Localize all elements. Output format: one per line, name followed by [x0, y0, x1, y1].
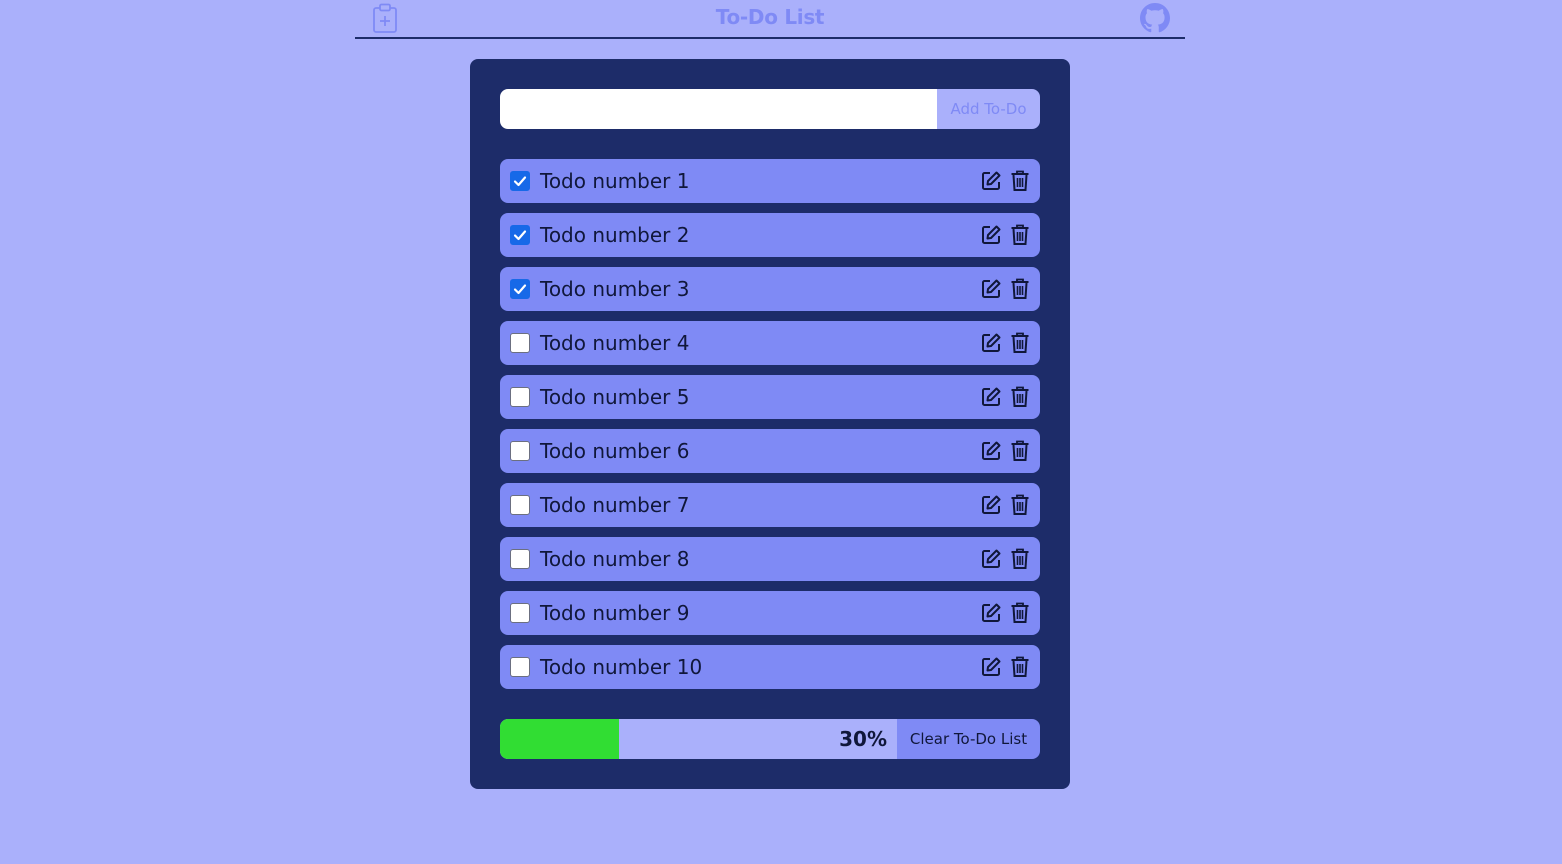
trash-icon[interactable]: [1010, 440, 1030, 462]
todo-checkbox[interactable]: [510, 549, 530, 569]
todo-checkbox[interactable]: [510, 171, 530, 191]
todo-checkbox[interactable]: [510, 225, 530, 245]
trash-icon[interactable]: [1010, 602, 1030, 624]
todo-checkbox[interactable]: [510, 441, 530, 461]
trash-icon[interactable]: [1010, 332, 1030, 354]
todo-item: Todo number 6: [500, 429, 1040, 473]
trash-icon[interactable]: [1010, 656, 1030, 678]
progress-percent: 30%: [839, 727, 887, 751]
todo-panel: Add To-Do Todo number 1 Todo number 2 To…: [470, 59, 1070, 789]
trash-icon[interactable]: [1010, 548, 1030, 570]
todo-checkbox[interactable]: [510, 333, 530, 353]
edit-icon[interactable]: [980, 386, 1002, 408]
github-icon[interactable]: [1140, 3, 1170, 33]
trash-icon[interactable]: [1010, 224, 1030, 246]
todo-label: Todo number 1: [540, 169, 690, 193]
edit-icon[interactable]: [980, 602, 1002, 624]
todo-label: Todo number 4: [540, 331, 690, 355]
todo-label: Todo number 6: [540, 439, 690, 463]
todo-label: Todo number 3: [540, 277, 690, 301]
add-todo-row: Add To-Do: [500, 89, 1040, 129]
todo-item: Todo number 8: [500, 537, 1040, 581]
progress-fill: [500, 719, 619, 759]
todo-item: Todo number 9: [500, 591, 1040, 635]
edit-icon[interactable]: [980, 224, 1002, 246]
todo-label: Todo number 10: [540, 655, 703, 679]
trash-icon[interactable]: [1010, 278, 1030, 300]
clear-list-button[interactable]: Clear To-Do List: [897, 719, 1040, 759]
edit-icon[interactable]: [980, 170, 1002, 192]
todo-checkbox[interactable]: [510, 495, 530, 515]
add-todo-button[interactable]: Add To-Do: [937, 89, 1040, 129]
page-title: To-Do List: [715, 5, 825, 29]
todo-checkbox[interactable]: [510, 603, 530, 623]
edit-icon[interactable]: [980, 278, 1002, 300]
todo-checkbox[interactable]: [510, 657, 530, 677]
todo-label: Todo number 7: [540, 493, 690, 517]
todo-item: Todo number 5: [500, 375, 1040, 419]
todo-label: Todo number 2: [540, 223, 690, 247]
todo-label: Todo number 9: [540, 601, 690, 625]
todo-label: Todo number 8: [540, 547, 690, 571]
todo-checkbox[interactable]: [510, 387, 530, 407]
todo-item: Todo number 1: [500, 159, 1040, 203]
todo-item: Todo number 10: [500, 645, 1040, 689]
edit-icon[interactable]: [980, 332, 1002, 354]
todo-checkbox[interactable]: [510, 279, 530, 299]
footer-row: 30% Clear To-Do List: [500, 719, 1040, 759]
progress-bar: 30%: [500, 719, 897, 759]
trash-icon[interactable]: [1010, 494, 1030, 516]
edit-icon[interactable]: [980, 494, 1002, 516]
trash-icon[interactable]: [1010, 386, 1030, 408]
edit-icon[interactable]: [980, 548, 1002, 570]
todo-input[interactable]: [500, 89, 937, 129]
app-header: To-Do List: [355, 0, 1185, 39]
edit-icon[interactable]: [980, 656, 1002, 678]
todo-item: Todo number 7: [500, 483, 1040, 527]
todo-item: Todo number 2: [500, 213, 1040, 257]
edit-icon[interactable]: [980, 440, 1002, 462]
todo-item: Todo number 3: [500, 267, 1040, 311]
todo-list: Todo number 1 Todo number 2 Todo number …: [500, 159, 1040, 699]
todo-item: Todo number 4: [500, 321, 1040, 365]
trash-icon[interactable]: [1010, 170, 1030, 192]
todo-label: Todo number 5: [540, 385, 690, 409]
